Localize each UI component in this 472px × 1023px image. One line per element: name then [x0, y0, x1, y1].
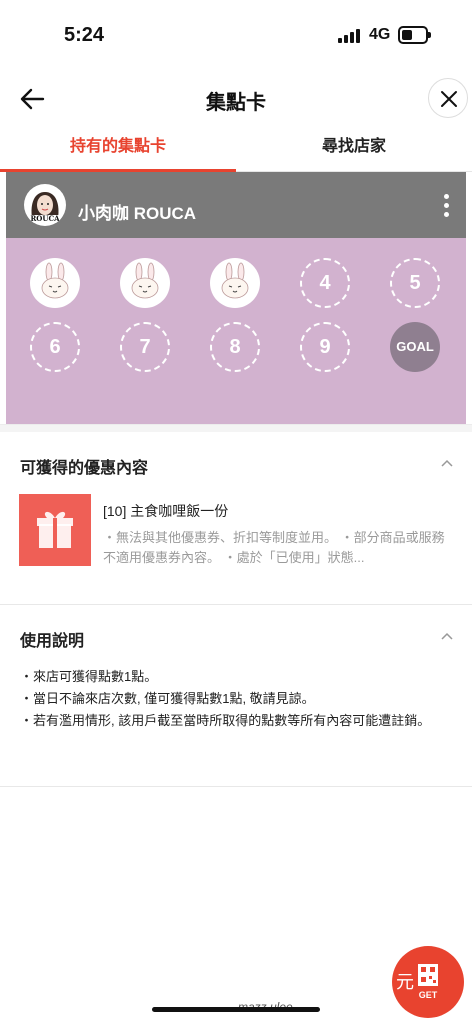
- chevron-up-icon[interactable]: [440, 631, 454, 641]
- rewards-title: 可獲得的優惠內容: [20, 460, 149, 477]
- stamp-collected: [210, 258, 260, 308]
- stamp-empty: 6: [30, 322, 80, 372]
- close-button[interactable]: [428, 78, 468, 118]
- close-icon: [441, 91, 457, 107]
- store-name: 小肉咖 ROUCA: [78, 204, 197, 223]
- stamp-empty: 4: [300, 258, 350, 308]
- status-time: 5:24: [64, 24, 105, 46]
- stamp-empty: 5: [390, 258, 440, 308]
- tab-bar: 持有的集點卡 尋找店家: [0, 128, 472, 172]
- divider: [0, 604, 472, 605]
- usage-title: 使用說明: [20, 633, 85, 650]
- expiry-label: 至2024年06月13日止(自最後一次使用日起6個月): [123, 461, 363, 473]
- divider: [0, 786, 472, 787]
- tab-find-stores[interactable]: 尋找店家: [236, 128, 472, 172]
- watermark-char: 元: [396, 972, 414, 992]
- status-bar: 5:24 4G: [0, 0, 472, 70]
- more-vertical-icon[interactable]: [442, 194, 450, 220]
- gift-icon: [19, 494, 91, 566]
- bunny-stamp-icon: [221, 262, 249, 299]
- usage-line: ・當日不論來店次數, 僅可獲得點數1點, 敬請見諒。: [20, 691, 315, 706]
- reward-item-title[interactable]: [10] 主食咖哩飯一份: [103, 501, 228, 521]
- chevron-up-icon[interactable]: [440, 458, 454, 468]
- stamp-goal: GOAL: [390, 322, 440, 372]
- header: 集點卡: [0, 70, 472, 126]
- bunny-stamp-icon: [41, 262, 69, 299]
- usage-list: ・來店可獲得點數1點。 ・當日不論來店次數, 僅可獲得點數1點, 敬請見諒。 ・…: [20, 666, 450, 732]
- home-indicator: [152, 1007, 320, 1012]
- bunny-stamp-icon: [131, 262, 159, 299]
- tab-owned-cards[interactable]: 持有的集點卡: [0, 128, 236, 172]
- stamp-collected: [120, 258, 170, 308]
- card-header: ROUCA 小肉咖 ROUCA: [6, 172, 466, 238]
- page-title: 集點卡: [206, 92, 266, 114]
- stamp-collected: [30, 258, 80, 308]
- section-divider: [0, 424, 472, 432]
- store-avatar: ROUCA: [24, 184, 66, 226]
- stamp-empty: 9: [300, 322, 350, 372]
- usage-line: ・若有濫用情形, 該用戶截至當時所取得的點數等所有內容可能遭註銷。: [20, 713, 431, 728]
- card-body: 4 5 6 7 8 9 GOAL 至2024年06月13日止(自最後一次使用日起6個月): [6, 238, 466, 473]
- avatar-logo-text: ROUCA: [30, 214, 60, 223]
- reward-item-description: ・無法與其他優惠券、折扣等制度並用。 ・部分商品或服務不適用優惠券內容。 ・處於…: [103, 530, 445, 565]
- stamp-empty: 7: [120, 322, 170, 372]
- signal-icon: [338, 29, 362, 43]
- stamp-card[interactable]: ROUCA 小肉咖 ROUCA 4 5 6 7 8 9 GOAL 至2024年06月13日止…: [6, 172, 466, 473]
- usage-line: ・來店可獲得點數1點。: [20, 669, 158, 684]
- battery-icon: [398, 26, 431, 44]
- network-label: 4G: [369, 26, 391, 43]
- stamp-empty: 8: [210, 322, 260, 372]
